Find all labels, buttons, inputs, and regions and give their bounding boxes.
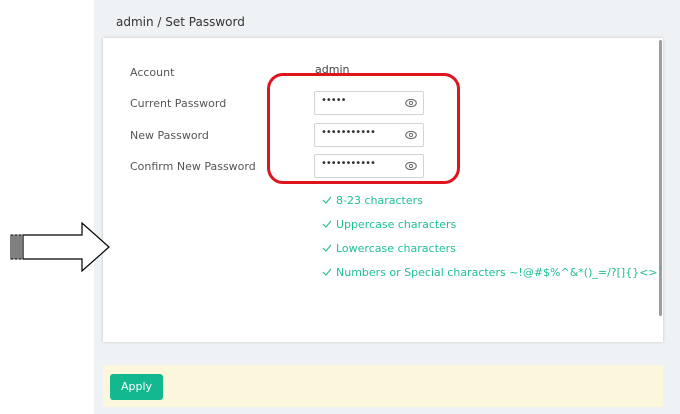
rule-item: Numbers or Special characters ~!@#$%^&*(… bbox=[322, 266, 663, 279]
rule-text: Uppercase characters bbox=[336, 218, 457, 231]
apply-button[interactable]: Apply bbox=[110, 374, 163, 400]
breadcrumb: admin / Set Password bbox=[116, 15, 245, 29]
footer-bar: Apply bbox=[103, 365, 663, 407]
check-icon bbox=[322, 220, 332, 228]
check-icon bbox=[322, 244, 332, 252]
rule-text: 8-23 characters bbox=[336, 194, 423, 207]
right-arrow-icon bbox=[10, 222, 110, 272]
rule-text: Numbers or Special characters ~!@#$%^&*(… bbox=[336, 266, 664, 279]
current-password-label: Current Password bbox=[130, 97, 227, 110]
new-password-label: New Password bbox=[130, 129, 209, 142]
rule-text: Lowercase characters bbox=[336, 242, 456, 255]
account-label: Account bbox=[130, 66, 175, 79]
check-icon bbox=[322, 196, 332, 204]
rule-item: 8-23 characters bbox=[322, 194, 423, 207]
rule-item: Lowercase characters bbox=[322, 242, 456, 255]
confirm-password-label: Confirm New Password bbox=[130, 160, 256, 173]
password-fields-highlight bbox=[267, 73, 460, 184]
rule-item: Uppercase characters bbox=[322, 218, 456, 231]
check-icon bbox=[322, 268, 332, 276]
